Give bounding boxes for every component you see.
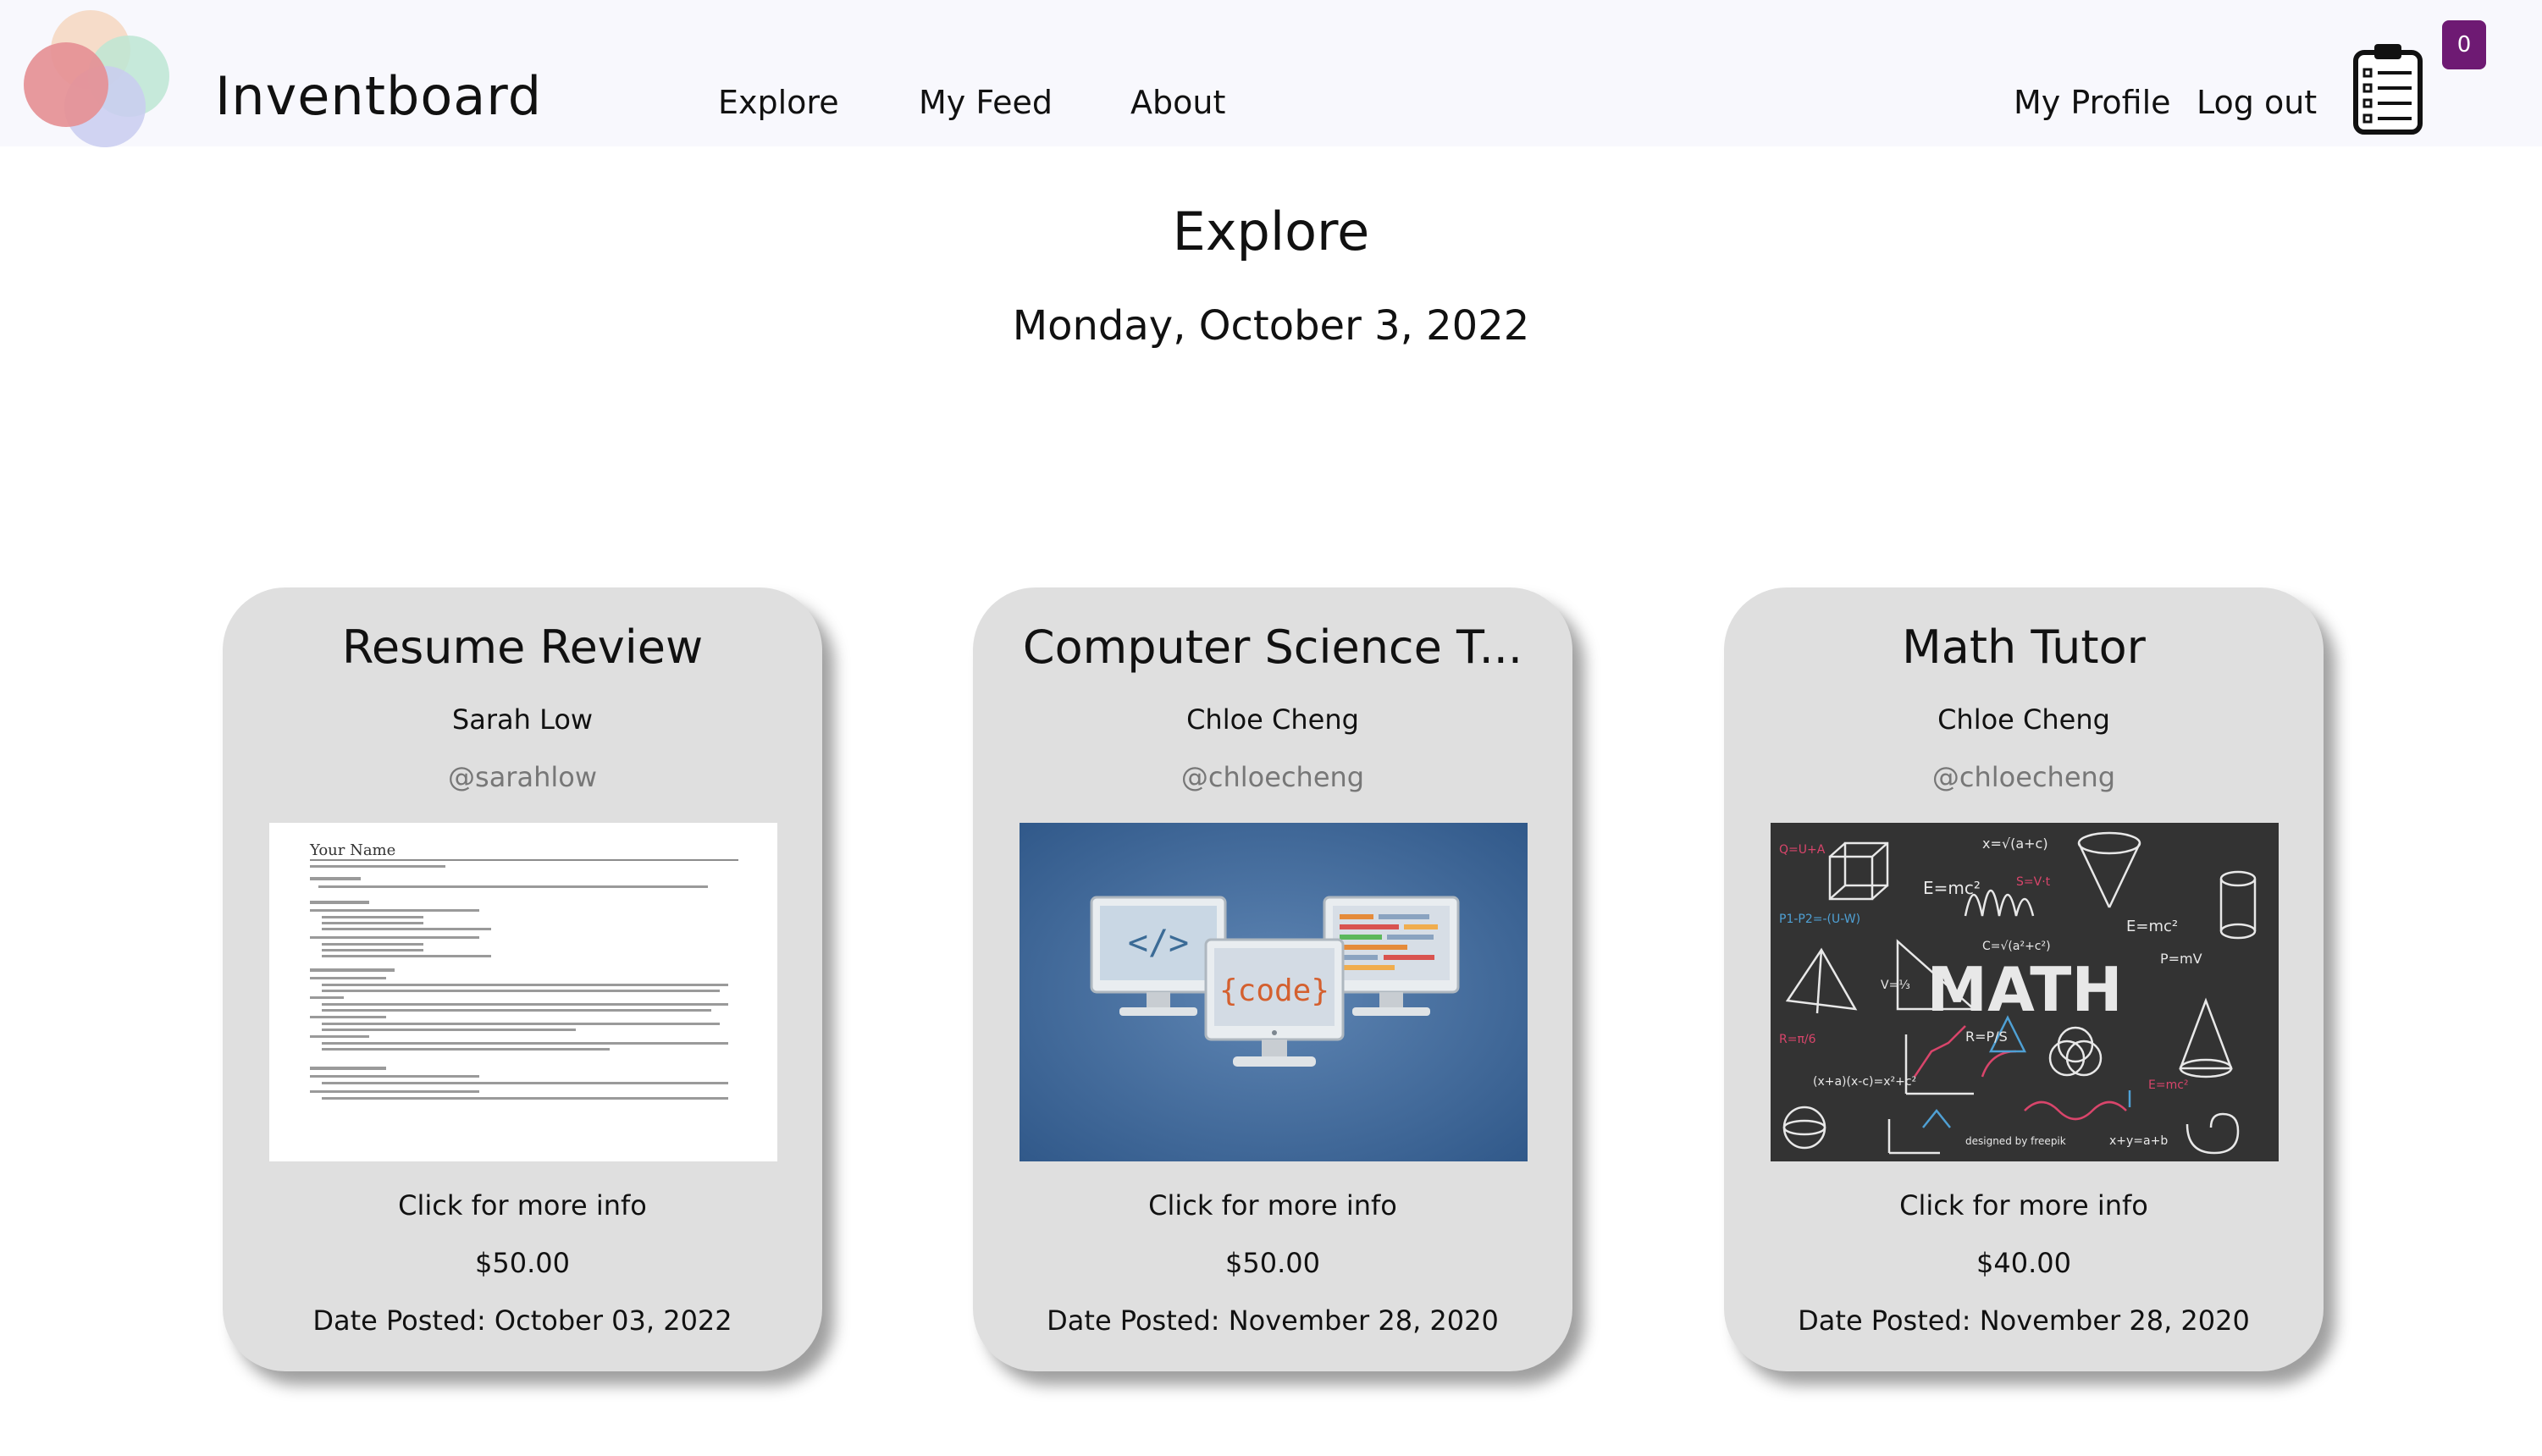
card-title: Math Tutor <box>1902 620 2146 674</box>
code-image-title: {code} <box>1219 973 1329 1008</box>
svg-text:Q=U+A: Q=U+A <box>1779 843 1826 857</box>
listing-card-computer-science[interactable]: Computer Science T... Chloe Cheng @chloe… <box>973 587 1572 1371</box>
card-price: $50.00 <box>475 1247 570 1279</box>
card-date-posted: Date Posted: November 28, 2020 <box>973 1304 1572 1337</box>
svg-text:S=V·t: S=V·t <box>2016 875 2051 889</box>
nav-about[interactable]: About <box>1130 81 1225 124</box>
svg-text:C=√(a²+c²): C=√(a²+c²) <box>1982 940 2051 953</box>
card-owner: Sarah Low <box>451 703 594 736</box>
more-info-link[interactable]: Click for more info <box>223 1189 822 1222</box>
nav-log-out[interactable]: Log out <box>2197 81 2317 124</box>
date-posted-label: Date Posted: <box>312 1304 486 1337</box>
svg-text:x+y=a+b: x+y=a+b <box>2109 1134 2168 1148</box>
card-handle[interactable]: @chloecheng <box>973 760 1572 794</box>
svg-text:(x+a)(x-c)=x²+c²: (x+a)(x-c)=x²+c² <box>1813 1075 1916 1089</box>
card-owner: Chloe Cheng <box>1937 703 2110 736</box>
resume-document-thumbnail: Your Name <box>269 823 777 1161</box>
svg-text:E=mc²: E=mc² <box>1923 878 1981 898</box>
listing-card-resume-review[interactable]: Resume Review Sarah Low @sarahlow Your N… <box>223 587 822 1371</box>
page-date: Monday, October 3, 2022 <box>1012 302 1530 350</box>
cart-count-badge: 0 <box>2442 20 2486 69</box>
nav-my-feed[interactable]: My Feed <box>919 81 1053 124</box>
card-handle[interactable]: @chloecheng <box>1724 760 2324 794</box>
card-title: Computer Science T... <box>1022 620 1523 674</box>
card-title: Resume Review <box>341 620 704 674</box>
top-navbar: Inventboard Explore My Feed About My Pro… <box>0 0 2542 147</box>
nav-my-profile[interactable]: My Profile <box>2014 81 2171 124</box>
date-posted-label: Date Posted: <box>1047 1304 1220 1337</box>
svg-text:x=√(a+c): x=√(a+c) <box>1982 836 2048 852</box>
math-image-title: MATH <box>1926 954 2122 1025</box>
card-date-posted: Date Posted: October 03, 2022 <box>223 1304 822 1337</box>
clipboard-list-icon[interactable] <box>2351 41 2425 135</box>
svg-text:R=π/6: R=π/6 <box>1779 1033 1816 1046</box>
svg-text:</>: </> <box>1128 924 1189 962</box>
svg-text:E=mc²: E=mc² <box>2126 918 2178 935</box>
logo-icon[interactable] <box>22 7 176 156</box>
date-posted-value: October 03, 2022 <box>494 1304 732 1337</box>
code-monitors-illustration: </> {code} <box>1020 823 1528 1161</box>
math-chalkboard-illustration: MATH E=mc² E=mc² P=mV Q=U+A P1-P2=-(U-W)… <box>1771 823 2279 1161</box>
card-price: $50.00 <box>1225 1247 1320 1279</box>
svg-text:R=P/S: R=P/S <box>1965 1029 2008 1045</box>
svg-text:designed by freepik: designed by freepik <box>1965 1135 2066 1147</box>
card-price: $40.00 <box>1976 1247 2071 1279</box>
brand-name[interactable]: Inventboard <box>215 63 542 130</box>
card-owner: Chloe Cheng <box>1186 703 1359 736</box>
date-posted-value: November 28, 2020 <box>1228 1304 1499 1337</box>
card-date-posted: Date Posted: November 28, 2020 <box>1724 1304 2324 1337</box>
svg-text:P1-P2=-(U-W): P1-P2=-(U-W) <box>1779 913 1860 926</box>
svg-text:P=mV: P=mV <box>2160 951 2202 967</box>
more-info-link[interactable]: Click for more info <box>1724 1189 2324 1222</box>
date-posted-label: Date Posted: <box>1798 1304 1971 1337</box>
listing-card-math-tutor[interactable]: Math Tutor Chloe Cheng @chloecheng MATH … <box>1724 587 2324 1371</box>
more-info-link[interactable]: Click for more info <box>973 1189 1572 1222</box>
nav-explore[interactable]: Explore <box>718 81 839 124</box>
date-posted-value: November 28, 2020 <box>1979 1304 2250 1337</box>
resume-image-title: Your Name <box>309 841 395 859</box>
card-handle[interactable]: @sarahlow <box>223 760 822 794</box>
svg-text:V=⅓: V=⅓ <box>1881 979 1910 992</box>
page-title: Explore <box>1172 201 1370 262</box>
svg-text:E=mc²: E=mc² <box>2148 1078 2189 1092</box>
